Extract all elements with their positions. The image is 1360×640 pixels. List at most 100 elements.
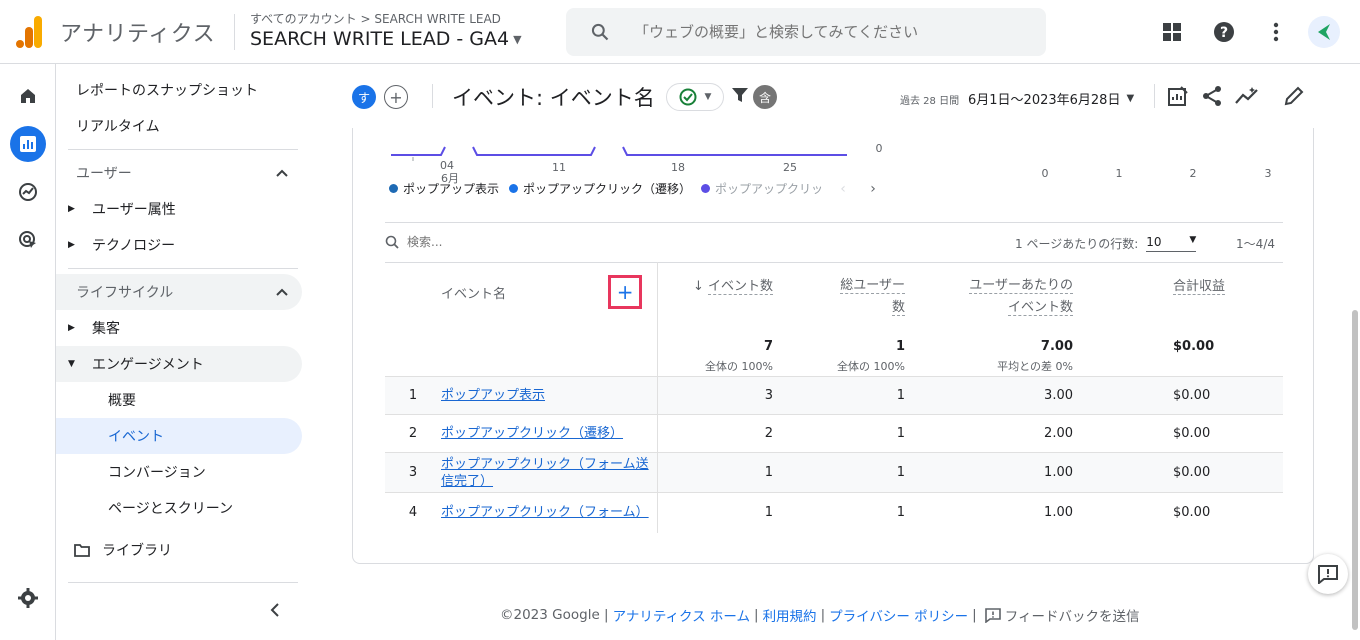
column-header-label: 合計収益 — [1173, 279, 1226, 295]
cell-events-per-user: 1.00 — [929, 492, 1097, 533]
sidebar-item-events[interactable]: イベント — [56, 418, 302, 454]
collapse-chevron-left-icon[interactable] — [270, 603, 280, 617]
x-tick-label: 25 — [783, 161, 797, 174]
column-header-label: イベント名 — [441, 286, 507, 302]
total-value: 1 — [895, 338, 905, 354]
caret-down-icon: ▼ — [1189, 235, 1197, 245]
sidebar-item-label: ライブラリ — [102, 543, 172, 559]
y-tick-label: 0 — [876, 142, 883, 155]
apps-grid-icon[interactable] — [1152, 12, 1192, 52]
page-scrollbar[interactable] — [1352, 310, 1358, 630]
rows-per-page-select[interactable]: 10 ▼ — [1146, 235, 1197, 252]
share-icon[interactable] — [1201, 85, 1223, 107]
legend-next-chevron-icon[interactable]: › — [863, 181, 883, 197]
sidebar-item-acquisition[interactable]: ▶ 集客 — [56, 310, 302, 346]
totals-row: 7 全体の 100% 1 全体の 100% 7.00 平均との差 0% $0.00 — [385, 338, 1283, 377]
search-bar[interactable] — [566, 8, 1046, 56]
legend-prev-chevron-icon[interactable]: ‹ — [833, 181, 853, 197]
date-range-value: 6月1日～2023年6月28日 — [968, 93, 1121, 108]
legend-label: ポップアップクリック（遷移） — [523, 182, 692, 196]
sidebar-item-overview[interactable]: 概要 — [56, 382, 302, 418]
sidebar-item-engagement[interactable]: ▼ エンゲージメント — [56, 346, 302, 382]
event-name-link[interactable]: ポップアップ表示 — [441, 387, 657, 404]
feedback-link[interactable]: フィードバックを送信 — [984, 605, 1139, 625]
sidebar-item-library[interactable]: ライブラリ — [56, 532, 302, 568]
privacy-link[interactable]: プライバシー ポリシー — [829, 605, 968, 625]
column-header-revenue[interactable]: 合計収益 — [1097, 262, 1283, 339]
sidebar-item-snapshot[interactable]: レポートのスナップショット — [56, 72, 302, 108]
divider — [234, 14, 235, 50]
line-chart: 04 6月 11 18 25 0 0 1 2 3 — [391, 142, 1272, 185]
report-status-chip[interactable]: ▼ — [666, 83, 724, 111]
home-icon[interactable] — [10, 78, 46, 114]
top-bar: アナリティクス すべてのアカウント > SEARCH WRITE LEAD SE… — [0, 0, 1360, 64]
cell-events-per-user: 3.00 — [929, 376, 1097, 415]
legend-label: ポップアップ表示 — [403, 182, 500, 196]
terms-link[interactable]: 利用規約 — [763, 605, 817, 625]
divider — [1154, 84, 1155, 108]
cell-events-per-user: 1.00 — [929, 452, 1097, 493]
add-dimension-plus-button[interactable]: + — [608, 275, 643, 309]
table-row: 1 ポップアップ表示 3 1 3.00 $0.00 — [385, 376, 1283, 415]
edit-pencil-icon[interactable] — [1283, 85, 1305, 107]
event-name-link[interactable]: ポップアップクリック（遷移） — [441, 425, 657, 442]
legend-label: ポップアップクリッ — [715, 182, 824, 196]
help-icon[interactable]: ? — [1204, 12, 1244, 52]
column-header-label: イベント数 — [1007, 300, 1073, 316]
column-header-total-users[interactable]: 総ユーザー 数 — [797, 262, 929, 339]
check-circle-icon — [679, 88, 697, 106]
legend-item[interactable]: ポップアップクリッ — [701, 180, 823, 197]
bar-x-tick-label: 1 — [1116, 167, 1123, 180]
divider — [432, 84, 433, 108]
add-comparison-button[interactable]: + — [384, 85, 408, 109]
customize-report-icon[interactable] — [1167, 85, 1189, 107]
chart-legend: ポップアップ表示 ポップアップクリック（遷移） ポップアップクリッ ‹ › — [389, 180, 883, 197]
sidebar-section-lifecycle[interactable]: ライフサイクル — [56, 274, 302, 310]
legend-item[interactable]: ポップアップクリック（遷移） — [509, 180, 691, 197]
sidebar-item-realtime[interactable]: リアルタイム — [56, 108, 302, 144]
property-selector[interactable]: SEARCH WRITE LEAD - GA4 ▼ — [250, 28, 522, 50]
sidebar-item-conversions[interactable]: コンバージョン — [56, 454, 302, 490]
account-avatar[interactable] — [1308, 16, 1340, 48]
legend-item[interactable]: ポップアップ表示 — [389, 180, 499, 197]
cell-event-count: 2 — [657, 414, 797, 453]
analytics-home-link[interactable]: アナリティクス ホーム — [613, 605, 750, 625]
table-search[interactable] — [385, 235, 607, 249]
collapse-triangle-icon: ▼ — [68, 359, 75, 369]
account-breadcrumb[interactable]: すべてのアカウント > SEARCH WRITE LEAD — [250, 10, 501, 27]
column-header-event-count[interactable]: ↓ イベント数 — [657, 262, 797, 339]
table-toolbar: 1 ページあたりの行数: 10 ▼ 1～4/4 — [385, 222, 1283, 262]
cell-events-per-user: 2.00 — [929, 414, 1097, 453]
total-sub: 全体の 100% — [837, 359, 905, 373]
sidebar-item-user-attributes[interactable]: ▶ ユーザー属性 — [56, 191, 302, 227]
filter-icon[interactable] — [731, 86, 749, 104]
cell-revenue: $0.00 — [1097, 376, 1283, 415]
event-name-link[interactable]: ポップアップクリック（フォーム） — [441, 504, 657, 521]
column-header-label: 総ユーザー — [840, 278, 905, 294]
search-icon — [591, 23, 609, 41]
search-input[interactable] — [634, 23, 1014, 41]
table-search-input[interactable] — [407, 235, 607, 249]
report-header: す + イベント: イベント名 ▼ 含 過去 28 日間 6月1日～2023年6… — [306, 64, 1360, 128]
advertising-icon[interactable] — [10, 222, 46, 258]
event-name-link[interactable]: ポップアップクリック（フォーム送信完了） — [441, 456, 657, 490]
date-range-picker[interactable]: 6月1日～2023年6月28日 ▼ — [968, 89, 1134, 108]
column-header-events-per-user[interactable]: ユーザーあたりの イベント数 — [929, 262, 1097, 339]
comparison-chip[interactable]: 含 — [753, 85, 777, 109]
sidebar-item-pages[interactable]: ページとスクリーン — [56, 490, 302, 526]
feedback-fab-button[interactable] — [1308, 554, 1348, 594]
divider — [68, 268, 298, 269]
cell-revenue: $0.00 — [1097, 452, 1283, 493]
more-vert-icon[interactable] — [1256, 12, 1296, 52]
rows-per-page: 1 ページあたりの行数: 10 ▼ — [1015, 235, 1197, 252]
explore-icon[interactable] — [10, 174, 46, 210]
segment-avatar-chip[interactable]: す — [352, 85, 376, 109]
insights-icon[interactable] — [1235, 85, 1259, 107]
expand-triangle-icon: ▶ — [68, 204, 75, 214]
reports-icon[interactable] — [10, 126, 46, 162]
sidebar-section-user[interactable]: ユーザー — [56, 155, 302, 191]
caret-down-icon: ▼ — [1126, 93, 1135, 104]
settings-gear-icon[interactable] — [10, 580, 46, 616]
cell-total-users: 1 — [797, 452, 929, 493]
sidebar-item-technology[interactable]: ▶ テクノロジー — [56, 227, 302, 263]
